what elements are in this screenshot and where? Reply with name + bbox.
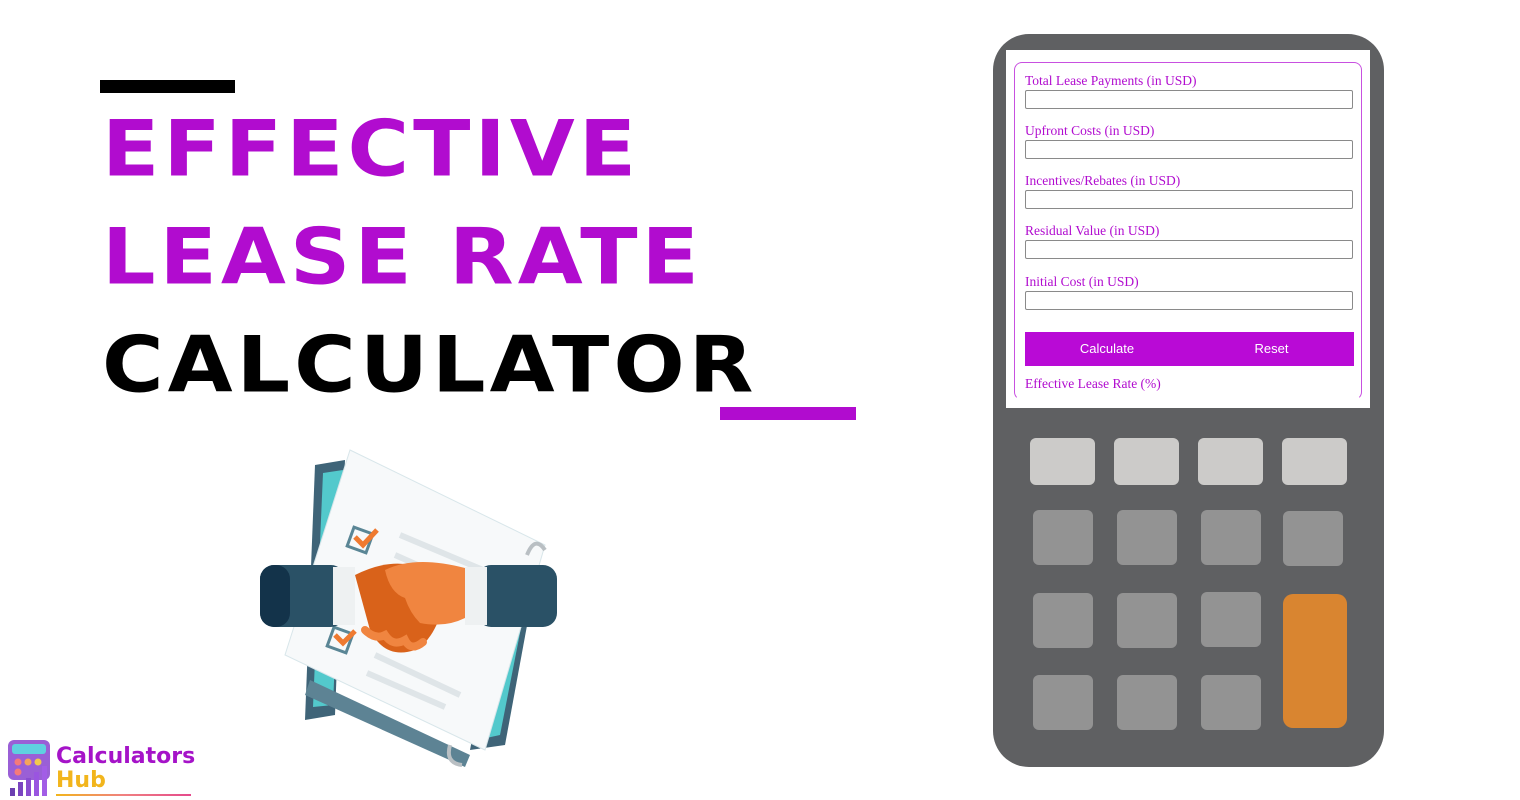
keypad-key [1283,511,1343,566]
keypad-key [1201,510,1261,565]
page-title-line-1: EFFECTIVE [102,103,641,194]
upfront-costs-input[interactable] [1025,140,1353,159]
residual-value-label: Residual Value (in USD) [1025,223,1160,238]
incentives-rebates-label: Incentives/Rebates (in USD) [1025,173,1181,188]
reset-button[interactable]: Reset [1189,332,1354,366]
residual-value-input[interactable] [1025,240,1353,259]
keypad-key [1033,593,1093,648]
calculator-chart-logo-icon [8,740,50,796]
keypad-key [1030,438,1095,485]
keypad-key [1282,438,1347,485]
keypad-key [1114,438,1179,485]
keypad-key [1033,675,1093,730]
keypad-key [1117,593,1177,648]
decorative-bar-bottom [720,407,856,420]
decorative-bar-top [100,80,235,93]
keypad-key [1201,675,1261,730]
result-label: Effective Lease Rate (%) [1025,376,1161,391]
brand-underline [56,794,191,796]
incentives-rebates-input[interactable] [1025,190,1353,209]
keypad-key [1117,675,1177,730]
keypad-key [1033,510,1093,565]
keypad-key [1198,438,1263,485]
keypad-equals-key [1283,594,1347,728]
brand-name-line-2: Hub [56,768,106,793]
initial-cost-input[interactable] [1025,291,1353,310]
action-buttons: Calculate Reset [1025,332,1354,366]
total-lease-payments-input[interactable] [1025,90,1353,109]
total-lease-payments-label: Total Lease Payments (in USD) [1025,73,1197,88]
keypad-key [1201,592,1261,647]
page-title-line-2: LEASE RATE [102,211,703,302]
keypad-key [1117,510,1177,565]
handshake-contract-icon [260,449,557,767]
page-title-line-3: CALCULATOR [102,319,758,410]
initial-cost-label: Initial Cost (in USD) [1025,274,1139,289]
brand-name-line-1: Calculators [56,744,196,769]
upfront-costs-label: Upfront Costs (in USD) [1025,123,1155,138]
calculate-button[interactable]: Calculate [1025,332,1189,366]
